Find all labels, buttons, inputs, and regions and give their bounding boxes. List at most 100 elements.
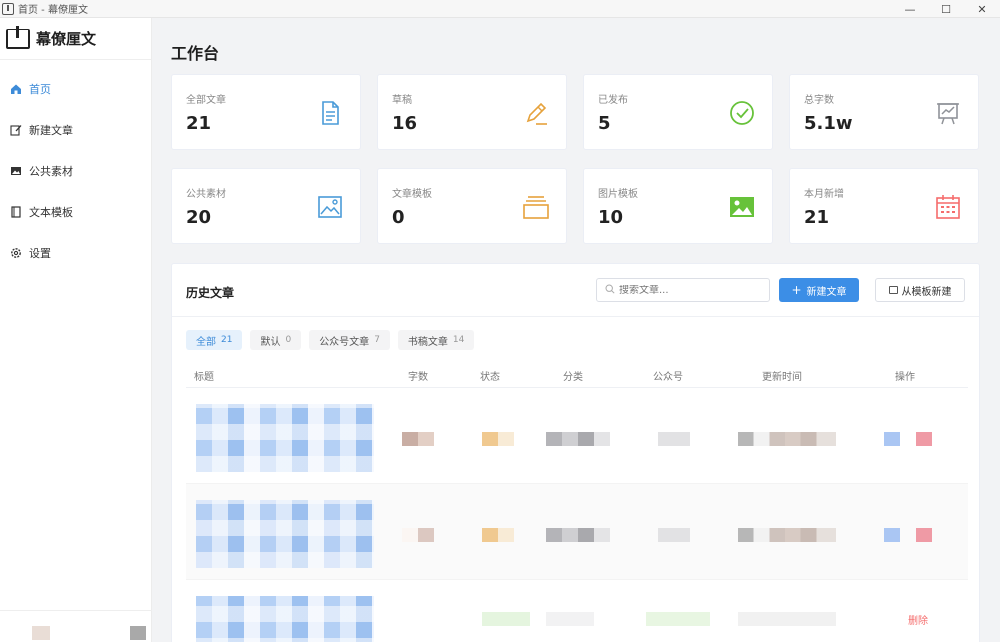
stat-card-month-new[interactable]: 本月新增 21 (789, 168, 979, 244)
column-status: 状态 (480, 372, 500, 383)
stat-label: 文章模板 (392, 189, 432, 200)
delete-action[interactable] (916, 528, 932, 542)
close-button[interactable]: ✕ (964, 0, 1000, 18)
sidebar-item-text-templates[interactable]: 文本模板 (0, 191, 151, 232)
stat-value: 10 (598, 207, 624, 228)
layers-icon (522, 193, 550, 221)
stat-card-all-articles[interactable]: 全部文章 21 (171, 74, 361, 150)
filter-label: 全部 (196, 336, 216, 348)
table-header: 标题 字数 状态 分类 公众号 更新时间 操作 (186, 362, 968, 388)
filter-manuscript-articles[interactable]: 书稿文章 14 (397, 330, 475, 350)
sidebar-item-new-article[interactable]: 新建文章 (0, 109, 151, 150)
new-from-template-label: 从模板新建 (901, 286, 952, 298)
stat-label: 草稿 (392, 95, 412, 106)
redacted-category (546, 432, 610, 446)
redacted-category (546, 528, 610, 542)
filter-wechat-articles[interactable]: 公众号文章 7 (309, 330, 390, 350)
stat-value: 21 (804, 207, 830, 228)
stat-card-drafts[interactable]: 草稿 16 (377, 74, 567, 150)
new-from-template-button[interactable]: 从模板新建 (875, 278, 965, 302)
redacted-status (482, 432, 514, 446)
sidebar-item-settings[interactable]: 设置 (0, 232, 151, 273)
brand: 幕僚厘文 (0, 18, 151, 60)
stat-card-article-templates[interactable]: 文章模板 0 (377, 168, 567, 244)
user-avatar[interactable] (32, 626, 50, 640)
book-icon (10, 205, 22, 218)
search-input[interactable] (619, 284, 759, 296)
stat-value: 21 (186, 113, 212, 134)
column-updated-time: 更新时间 (762, 372, 802, 383)
new-article-button[interactable]: + 新建文章 (779, 278, 859, 302)
column-title: 标题 (194, 372, 214, 383)
calendar-icon (934, 193, 962, 221)
check-circle-icon (728, 99, 756, 127)
sidebar-item-label: 首页 (29, 82, 51, 96)
maximize-button[interactable]: ☐ (928, 0, 964, 18)
filter-label: 默认 (260, 336, 281, 348)
filter-count: 21 (221, 335, 233, 345)
template-icon (888, 286, 898, 294)
page-title: 工作台 (171, 44, 220, 63)
stat-label: 已发布 (598, 95, 628, 106)
history-panel: 历史文章 + 新建文章 从模板新建 全部 21 默认 0 (171, 263, 980, 642)
window-titlebar: 首页 - 幕僚厘文 — ☐ ✕ (0, 0, 1000, 18)
redacted-updated-time (738, 528, 836, 542)
minimize-button[interactable]: — (892, 0, 928, 18)
picture-filled-icon (728, 193, 756, 221)
image-icon (10, 165, 22, 177)
history-title: 历史文章 (186, 286, 235, 300)
edit-action[interactable] (884, 432, 900, 446)
stat-card-materials[interactable]: 公共素材 20 (171, 168, 361, 244)
delete-link[interactable]: 删除 (908, 612, 928, 627)
sidebar-item-materials[interactable]: 公共素材 (0, 150, 151, 191)
home-icon (10, 83, 22, 95)
table-row[interactable] (186, 484, 968, 580)
redacted-updated-time (738, 432, 836, 446)
sidebar-item-label: 公共素材 (29, 164, 73, 178)
divider (172, 316, 979, 317)
stat-label: 公共素材 (186, 189, 226, 200)
stat-label: 本月新增 (804, 189, 844, 200)
sidebar-footer (0, 610, 152, 642)
document-icon (316, 99, 344, 127)
app-icon (2, 2, 14, 15)
stat-value: 16 (392, 113, 418, 134)
sidebar-item-home[interactable]: 首页 (0, 68, 151, 109)
search-box[interactable] (596, 278, 770, 302)
redacted-updated-time (738, 612, 836, 626)
stat-label: 总字数 (804, 95, 834, 106)
table-row[interactable] (186, 388, 968, 484)
sidebar-item-label: 新建文章 (29, 123, 73, 137)
column-category: 分类 (563, 372, 583, 383)
filter-default[interactable]: 默认 0 (250, 330, 302, 350)
filter-tabs: 全部 21 默认 0 公众号文章 7 书稿文章 14 (186, 330, 475, 350)
filter-count: 0 (285, 335, 292, 345)
filter-label: 书稿文章 (407, 336, 448, 348)
stat-value: 5 (598, 113, 611, 134)
main-content: 工作台 全部文章 21 草稿 16 已发布 5 总字数 5.1w 公共素材 20 (153, 18, 1000, 642)
redacted-status (482, 612, 530, 626)
column-account: 公众号 (653, 372, 683, 383)
delete-action[interactable] (916, 432, 932, 446)
redacted-status (482, 528, 514, 542)
stat-card-image-templates[interactable]: 图片模板 10 (583, 168, 773, 244)
footer-action[interactable] (130, 626, 146, 640)
table-row[interactable]: 删除 (186, 580, 968, 642)
sidebar: 幕僚厘文 首页 新建文章 公共素材 文本模板 设置 (0, 18, 152, 642)
filter-all[interactable]: 全部 21 (186, 330, 243, 350)
picture-outline-icon (316, 193, 344, 221)
sidebar-item-label: 设置 (29, 246, 51, 260)
filter-label: 公众号文章 (319, 336, 370, 348)
presentation-chart-icon (934, 99, 962, 127)
edit-action[interactable] (884, 528, 900, 542)
redacted-account (658, 528, 690, 542)
stat-card-published[interactable]: 已发布 5 (583, 74, 773, 150)
pencil-icon (522, 99, 550, 127)
stat-label: 全部文章 (186, 95, 226, 106)
redacted-word-count (402, 432, 434, 446)
window-controls: — ☐ ✕ (892, 0, 1000, 18)
stat-value: 0 (392, 207, 405, 228)
stat-label: 图片模板 (598, 189, 638, 200)
column-actions: 操作 (895, 372, 915, 383)
stat-card-word-count[interactable]: 总字数 5.1w (789, 74, 979, 150)
